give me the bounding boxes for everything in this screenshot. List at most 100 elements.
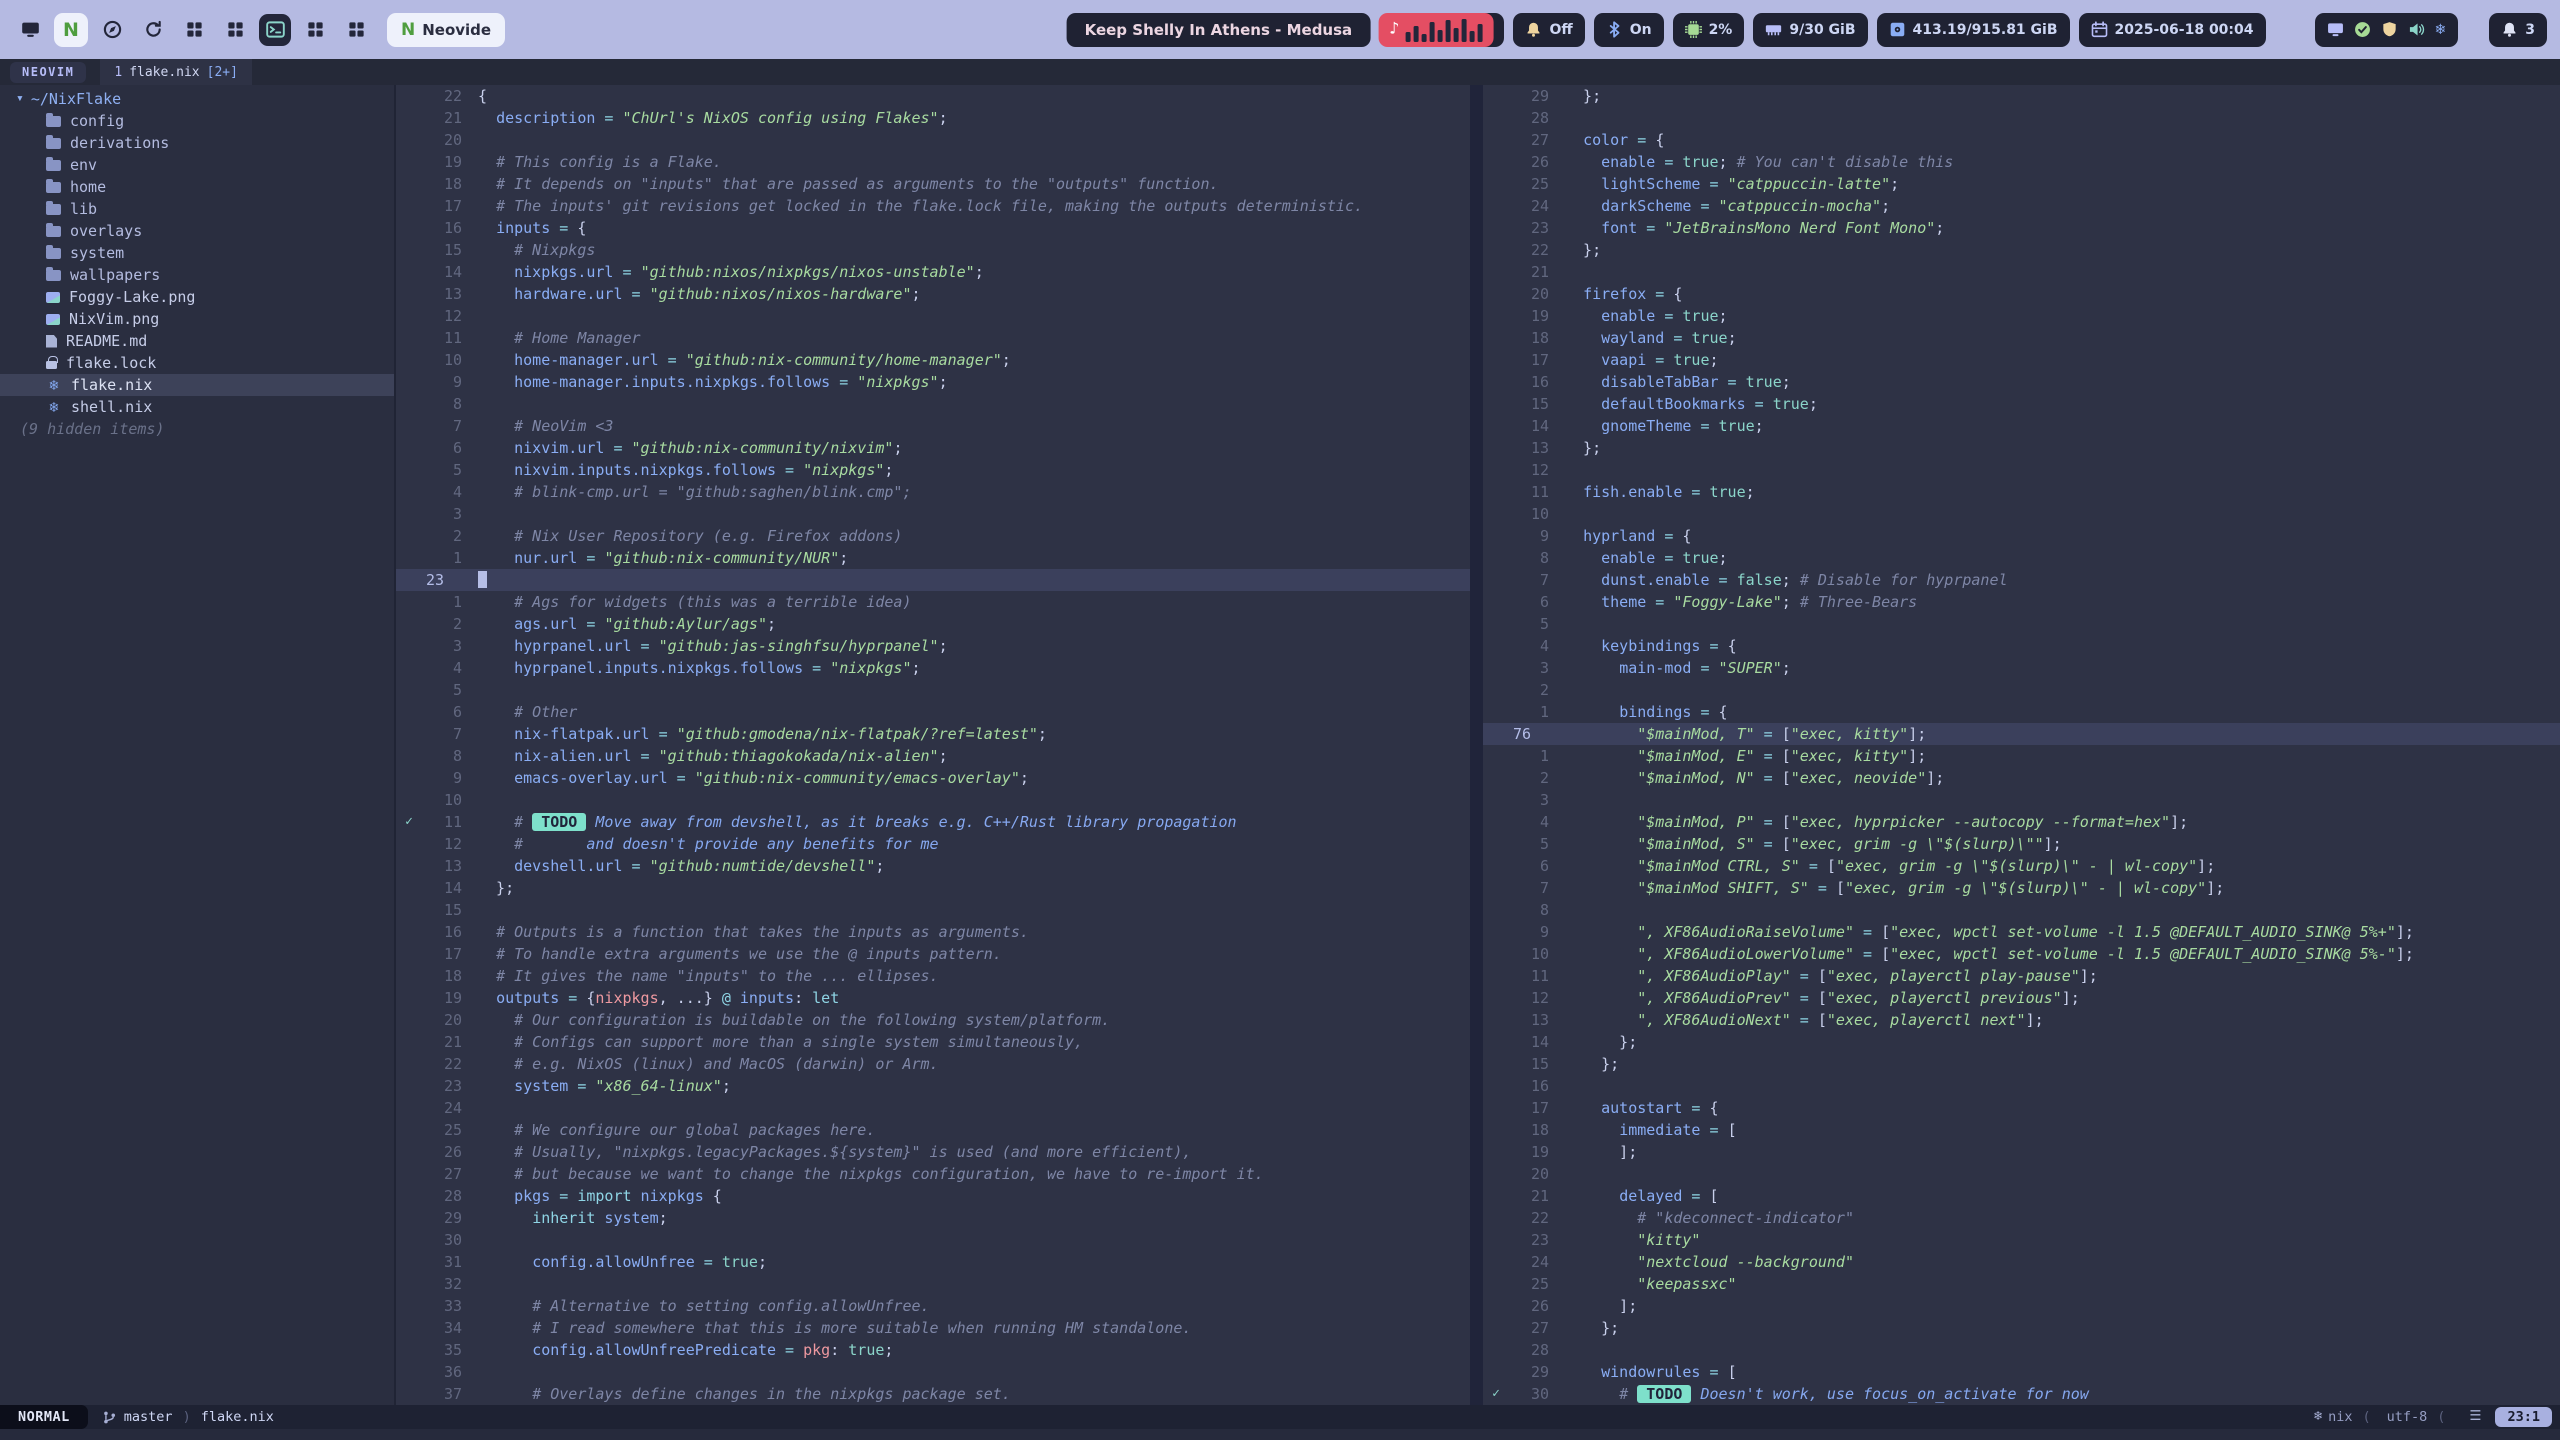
code-line[interactable]: 13 hardware.url = "github:nixos/nixos-ha…	[396, 283, 1470, 305]
workspace-9[interactable]	[339, 13, 373, 47]
code-line[interactable]: 10	[396, 789, 1470, 811]
tree-root[interactable]: ▾~/NixFlake	[0, 88, 394, 110]
workspace-4[interactable]	[136, 13, 170, 47]
code-line[interactable]: 11 ", XF86AudioPlay" = ["exec, playerctl…	[1483, 965, 2560, 987]
code-line[interactable]: 2 ags.url = "github:Aylur/ags";	[396, 613, 1470, 635]
workspace-6[interactable]	[218, 13, 252, 47]
code-line[interactable]: 25 lightScheme = "catppuccin-latte";	[1483, 173, 2560, 195]
code-line[interactable]: 21 description = "ChUrl's NixOS config u…	[396, 107, 1470, 129]
code-line[interactable]: 14 };	[396, 877, 1470, 899]
nix-tray-icon[interactable]: ❄	[2435, 23, 2447, 37]
command-line[interactable]	[0, 1429, 2560, 1440]
code-line[interactable]: 17 autostart = {	[1483, 1097, 2560, 1119]
code-line[interactable]: 6 theme = "Foggy-Lake"; # Three-Bears	[1483, 591, 2560, 613]
tree-item-shell.nix[interactable]: ❄shell.nix	[0, 396, 394, 418]
code-line[interactable]: 27 };	[1483, 1317, 2560, 1339]
tree-item-lib[interactable]: lib	[0, 198, 394, 220]
code-line[interactable]: 27 color = {	[1483, 129, 2560, 151]
code-line[interactable]: 29 windowrules = [	[1483, 1361, 2560, 1383]
code-line[interactable]: 37 # Overlays define changes in the nixp…	[396, 1383, 1470, 1405]
code-line[interactable]: 8	[1483, 899, 2560, 921]
code-line[interactable]: 20	[396, 129, 1470, 151]
code-line[interactable]: 36	[396, 1361, 1470, 1383]
code-line[interactable]: 4 hyprpanel.inputs.nixpkgs.follows = "ni…	[396, 657, 1470, 679]
code-line[interactable]: 12	[1483, 459, 2560, 481]
code-line[interactable]: 24 "nextcloud --background"	[1483, 1251, 2560, 1273]
code-line[interactable]: 1 # Ags for widgets (this was a terrible…	[396, 591, 1470, 613]
code-line[interactable]: 21 # Configs can support more than a sin…	[396, 1031, 1470, 1053]
code-line[interactable]: 16	[1483, 1075, 2560, 1097]
code-line[interactable]: 21 delayed = [	[1483, 1185, 2560, 1207]
code-line[interactable]: 20	[1483, 1163, 2560, 1185]
code-line[interactable]: 23 system = "x86_64-linux";	[396, 1075, 1470, 1097]
code-line[interactable]: 10 ", XF86AudioLowerVolume" = ["exec, wp…	[1483, 943, 2560, 965]
code-line[interactable]: 3	[1483, 789, 2560, 811]
tree-item-Foggy-Lake.png[interactable]: Foggy-Lake.png	[0, 286, 394, 308]
code-line[interactable]: 5 "$mainMod, S" = ["exec, grim -g \"$(sl…	[1483, 833, 2560, 855]
buffer-tab-flake-nix[interactable]: 1 flake.nix [2+]	[100, 59, 252, 85]
code-line[interactable]: 25 "keepassxc"	[1483, 1273, 2560, 1295]
code-line[interactable]: 23 font = "JetBrainsMono Nerd Font Mono"…	[1483, 217, 2560, 239]
workspace-2[interactable]: N	[54, 13, 88, 47]
tree-item-home[interactable]: home	[0, 176, 394, 198]
code-line[interactable]: 26 enable = true; # You can't disable th…	[1483, 151, 2560, 173]
code-line[interactable]: 25 # We configure our global packages he…	[396, 1119, 1470, 1141]
sync-status-icon[interactable]	[2354, 21, 2371, 38]
music-title-chip[interactable]: Keep Shelly In Athens - Medusa	[1067, 13, 1371, 47]
code-line[interactable]: 7 nix-flatpak.url = "github:gmodena/nix-…	[396, 723, 1470, 745]
code-line[interactable]: 18 wayland = true;	[1483, 327, 2560, 349]
code-line[interactable]: 15 # Nixpkgs	[396, 239, 1470, 261]
code-line[interactable]: 28	[1483, 107, 2560, 129]
memory-module[interactable]: 9/30 GiB	[1753, 13, 1867, 47]
code-line[interactable]: 22 };	[1483, 239, 2560, 261]
code-line[interactable]: 23 "kitty"	[1483, 1229, 2560, 1251]
notifications-toggle-module[interactable]: Off	[1513, 13, 1584, 47]
cursor-line[interactable]: 76 "$mainMod, T" = ["exec, kitty"];	[1483, 723, 2560, 745]
code-line[interactable]: 16 disableTabBar = true;	[1483, 371, 2560, 393]
workspace-7[interactable]	[259, 14, 291, 46]
code-line[interactable]: 14 gnomeTheme = true;	[1483, 415, 2560, 437]
code-line[interactable]: 14 };	[1483, 1031, 2560, 1053]
code-line[interactable]: 18 # It gives the name "inputs" to the .…	[396, 965, 1470, 987]
code-line[interactable]: 10	[1483, 503, 2560, 525]
code-line[interactable]: 30	[396, 1229, 1470, 1251]
bluetooth-module[interactable]: On	[1594, 13, 1664, 47]
code-line[interactable]: 11 # Home Manager	[396, 327, 1470, 349]
code-line[interactable]: 8 enable = true;	[1483, 547, 2560, 569]
code-line[interactable]: ✓30 # TODO Doesn't work, use focus_on_ac…	[1483, 1383, 2560, 1405]
tree-item-flake.lock[interactable]: flake.lock	[0, 352, 394, 374]
code-line[interactable]: 22 # e.g. NixOS (linux) and MacOS (darwi…	[396, 1053, 1470, 1075]
disk-module[interactable]: 413.19/915.81 GiB	[1877, 13, 2070, 47]
code-line[interactable]: 16 # Outputs is a function that takes th…	[396, 921, 1470, 943]
code-line[interactable]: 32	[396, 1273, 1470, 1295]
tree-item-config[interactable]: config	[0, 110, 394, 132]
clock-module[interactable]: 2025-06-18 00:04	[2079, 13, 2266, 47]
code-line[interactable]: 1 "$mainMod, E" = ["exec, kitty"];	[1483, 745, 2560, 767]
code-line[interactable]: 6 "$mainMod CTRL, S" = ["exec, grim -g \…	[1483, 855, 2560, 877]
code-line[interactable]: 9 home-manager.inputs.nixpkgs.follows = …	[396, 371, 1470, 393]
code-line[interactable]: 26 # Usually, "nixpkgs.legacyPackages.${…	[396, 1141, 1470, 1163]
code-line[interactable]: 18 # It depends on "inputs" that are pas…	[396, 173, 1470, 195]
code-line[interactable]: 19 outputs = {nixpkgs, ...} @ inputs: le…	[396, 987, 1470, 1009]
code-line[interactable]: 12 # and doesn't provide any benefits fo…	[396, 833, 1470, 855]
code-line[interactable]: 26 ];	[1483, 1295, 2560, 1317]
code-line[interactable]: 9 emacs-overlay.url = "github:nix-commun…	[396, 767, 1470, 789]
code-line[interactable]: 28	[1483, 1339, 2560, 1361]
code-line[interactable]: 8	[396, 393, 1470, 415]
workspace-5[interactable]	[177, 13, 211, 47]
tree-item-flake.nix[interactable]: ❄flake.nix	[0, 374, 394, 396]
code-line[interactable]: 2	[1483, 679, 2560, 701]
code-line[interactable]: 2 # Nix User Repository (e.g. Firefox ad…	[396, 525, 1470, 547]
tree-item-env[interactable]: env	[0, 154, 394, 176]
code-line[interactable]: 16 inputs = {	[396, 217, 1470, 239]
code-line[interactable]: 17 # To handle extra arguments we use th…	[396, 943, 1470, 965]
workspace-1[interactable]	[13, 13, 47, 47]
code-line[interactable]: 1 nur.url = "github:nix-community/NUR";	[396, 547, 1470, 569]
code-line[interactable]: 7 dunst.enable = false; # Disable for hy…	[1483, 569, 2560, 591]
code-line[interactable]: 12	[396, 305, 1470, 327]
code-line[interactable]: 3 main-mod = "SUPER";	[1483, 657, 2560, 679]
code-line[interactable]: 3 hyprpanel.url = "github:jas-singhfsu/h…	[396, 635, 1470, 657]
code-line[interactable]: 22{	[396, 85, 1470, 107]
code-line[interactable]: 19 ];	[1483, 1141, 2560, 1163]
code-line[interactable]: 5	[1483, 613, 2560, 635]
